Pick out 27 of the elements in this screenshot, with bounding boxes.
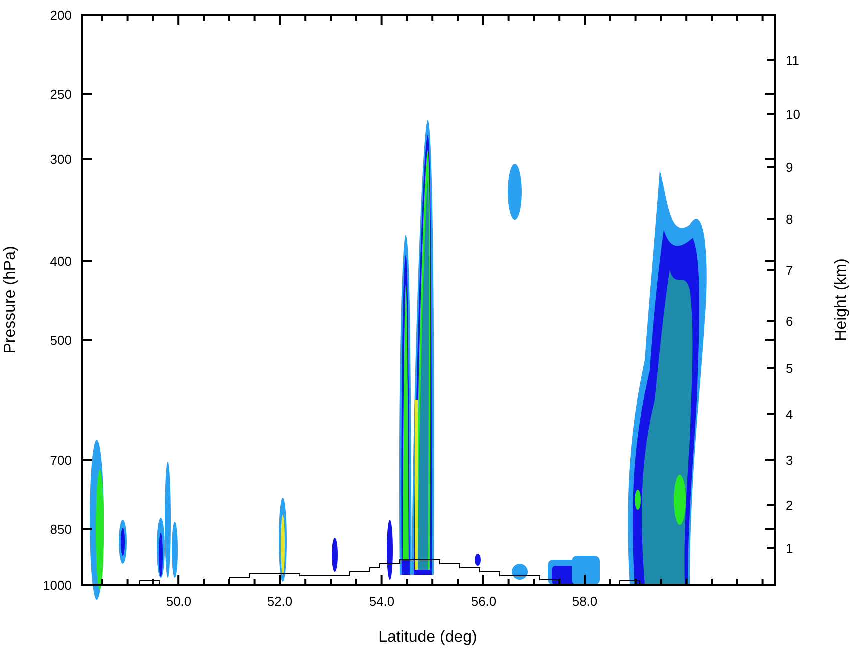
axis-tick-label: 54.0 <box>369 594 395 609</box>
axis-tick-label: 56.0 <box>471 594 497 609</box>
axis-tick-label: 9 <box>786 160 794 175</box>
axis-tick-label: 500 <box>50 333 72 348</box>
axis-tick-label: 7 <box>786 263 794 278</box>
axis-tick-label: 200 <box>50 8 72 23</box>
axis-tick-label: 1000 <box>43 578 72 593</box>
axis-tick-label: 400 <box>50 254 72 269</box>
axis-tick-label: 3 <box>786 453 794 468</box>
axis-tick-label: 8 <box>786 212 794 227</box>
y-axis-title: Height (km) <box>833 258 850 342</box>
y-axis-title: Pressure (hPa) <box>2 246 19 354</box>
axis-tick-label: 300 <box>50 152 72 167</box>
axis-tick-label: 1 <box>786 541 794 556</box>
axis-tick-label: 58.0 <box>572 594 598 609</box>
axis-tick-label: 2 <box>786 498 794 513</box>
x-axis-title: Latitude (deg) <box>378 629 478 646</box>
axis-tick-label: 11 <box>786 53 800 68</box>
axis-tick-label: 50.0 <box>166 594 192 609</box>
axis-tick-label: 6 <box>786 314 794 329</box>
axis-tick-label: 5 <box>786 361 794 376</box>
axis-tick-label: 700 <box>50 453 72 468</box>
axis-tick-label: 10 <box>786 107 800 122</box>
axis-tick-label: 4 <box>786 407 794 422</box>
axis-tick-label: 850 <box>50 522 72 537</box>
axis-tick-label: 52.0 <box>267 594 293 609</box>
axis-tick-label: 250 <box>50 87 72 102</box>
